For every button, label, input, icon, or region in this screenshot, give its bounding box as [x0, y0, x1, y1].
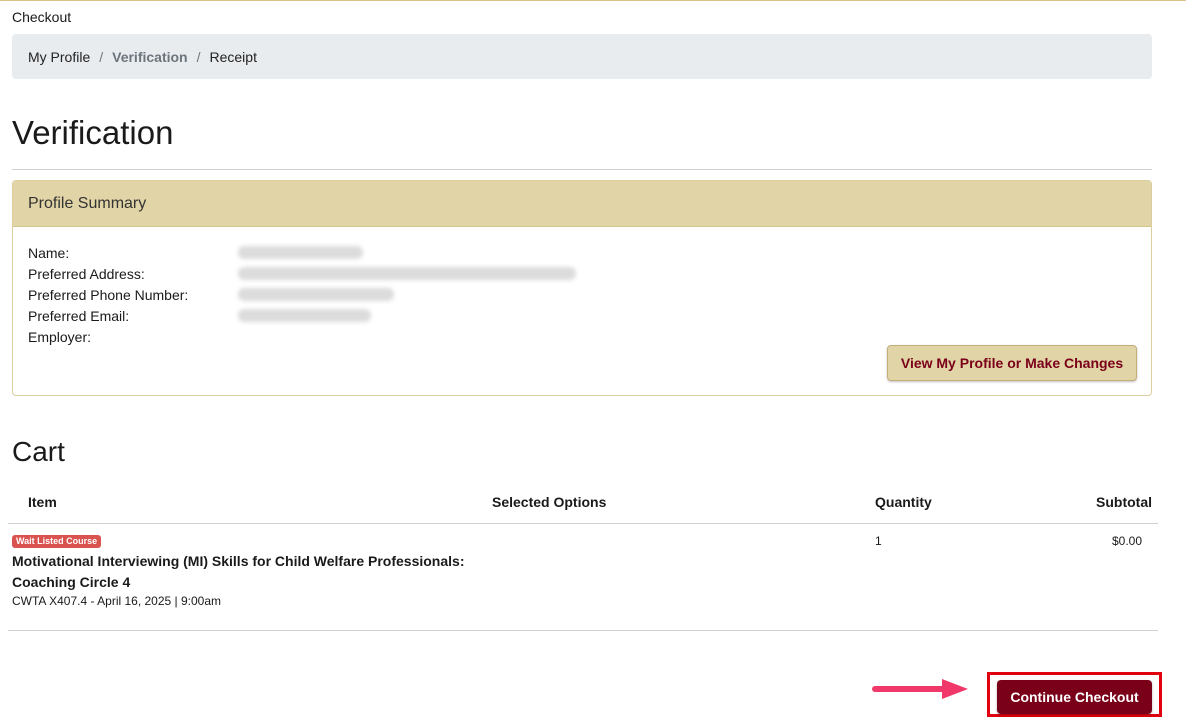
profile-row-email: Preferred Email: — [28, 305, 576, 326]
profile-label: Employer: — [28, 328, 92, 345]
arrow-right-icon — [872, 679, 968, 699]
profile-row-name: Name: — [28, 242, 576, 263]
status-badge: Wait Listed Course — [12, 535, 102, 548]
course-meta: CWTA X407.4 - April 16, 2025 | 9:00am — [12, 594, 222, 608]
profile-row-address: Preferred Address: — [28, 263, 576, 284]
breadcrumb-separator: / — [196, 48, 201, 65]
item-quantity: 1 — [875, 534, 882, 548]
column-header-quantity: Quantity — [875, 494, 932, 510]
profile-summary-card: Profile Summary Name: Preferred Address:… — [12, 180, 1152, 396]
redacted-value — [238, 309, 371, 322]
breadcrumb-my-profile[interactable]: My Profile — [28, 49, 90, 65]
redacted-value — [238, 267, 576, 280]
profile-label: Name: — [28, 244, 70, 261]
redacted-value — [238, 246, 363, 259]
view-profile-button[interactable]: View My Profile or Make Changes — [887, 345, 1137, 381]
cart-title: Cart — [12, 436, 65, 467]
table-row-divider — [8, 630, 1158, 631]
continue-checkout-button[interactable]: Continue Checkout — [997, 680, 1152, 714]
breadcrumb-receipt: Receipt — [209, 48, 257, 65]
breadcrumb-separator: / — [99, 48, 104, 65]
profile-label: Preferred Address: — [28, 265, 145, 282]
page-title: Verification — [12, 114, 174, 151]
profile-row-phone: Preferred Phone Number: — [28, 284, 576, 305]
profile-row-employer: Employer: — [28, 326, 576, 347]
page-label: Checkout — [12, 9, 72, 25]
column-header-selected-options: Selected Options — [492, 494, 607, 510]
title-divider — [12, 169, 1152, 170]
column-header-item: Item — [28, 494, 57, 510]
profile-label: Preferred Email: — [28, 307, 130, 324]
item-subtotal: $0.00 — [1111, 534, 1142, 548]
profile-fields: Name: Preferred Address: Preferred Phone… — [28, 242, 576, 347]
breadcrumb-verification: Verification — [112, 48, 188, 65]
course-title: Motivational Interviewing (MI) Skills fo… — [12, 553, 465, 590]
profile-summary-header: Profile Summary — [13, 181, 1151, 227]
breadcrumb: My Profile / Verification / Receipt — [12, 34, 1152, 79]
profile-label: Preferred Phone Number: — [28, 286, 189, 303]
table-header-divider — [8, 523, 1158, 524]
column-header-subtotal: Subtotal — [1096, 494, 1152, 510]
redacted-value — [238, 288, 394, 301]
top-divider — [0, 0, 1186, 1]
